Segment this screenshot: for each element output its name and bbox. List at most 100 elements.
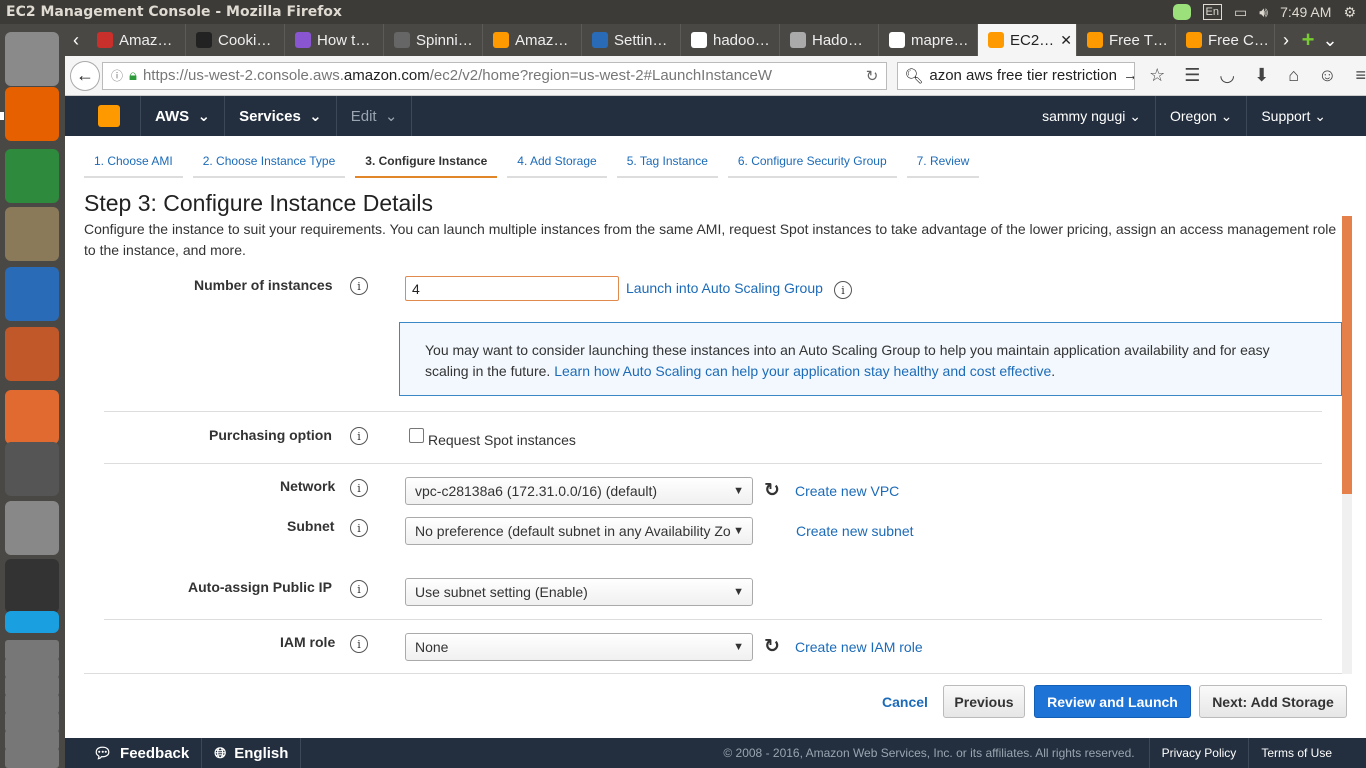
- launcher-software-icon[interactable]: [5, 390, 59, 444]
- cancel-button[interactable]: Cancel: [872, 685, 938, 718]
- wizard-step-2[interactable]: 2. Choose Instance Type: [192, 148, 346, 178]
- num-instances-info-icon[interactable]: i: [350, 277, 368, 295]
- launcher-workspace-icon[interactable]: [5, 640, 59, 660]
- chat-indicator-icon[interactable]: [1172, 4, 1191, 20]
- new-tab-plus-icon[interactable]: +: [1297, 24, 1319, 56]
- subnet-info-icon[interactable]: i: [350, 519, 368, 537]
- browser-tab[interactable]: How t…: [285, 24, 384, 56]
- services-menu[interactable]: Services ⌄: [225, 96, 337, 136]
- aws-menu[interactable]: AWS ⌄: [140, 96, 226, 136]
- launcher-writer-icon[interactable]: [5, 267, 59, 321]
- subnet-select[interactable]: No preference (default subnet in any Ava…: [405, 517, 753, 545]
- wizard-step-6[interactable]: 6. Configure Security Group: [727, 148, 897, 178]
- launcher-firefox-icon[interactable]: [5, 87, 59, 141]
- back-arrow-icon[interactable]: ←: [70, 60, 100, 91]
- gear-icon[interactable]: ⚙: [1343, 4, 1356, 21]
- region-menu[interactable]: Oregon ⌄: [1156, 96, 1248, 136]
- network-select[interactable]: vpc-c28138a6 (172.31.0.0/16) (default) ▼: [405, 477, 753, 505]
- volume-icon[interactable]: 🔊︎: [1259, 4, 1268, 21]
- asg-learn-link[interactable]: Learn how Auto Scaling can help your app…: [554, 363, 1051, 379]
- browser-tab[interactable]: hadoo…: [681, 24, 780, 56]
- browser-tab[interactable]: Spinni…: [384, 24, 483, 56]
- chat-bubble-icon[interactable]: ☺: [1318, 65, 1336, 86]
- iam-info-icon[interactable]: i: [350, 635, 368, 653]
- launcher-workspace-icon[interactable]: [5, 694, 59, 714]
- wizard-step-4[interactable]: 4. Add Storage: [507, 148, 607, 178]
- refresh-iam-icon[interactable]: ↻: [764, 635, 780, 658]
- create-vpc-link[interactable]: Create new VPC: [795, 483, 899, 499]
- create-subnet-link[interactable]: Create new subnet: [796, 523, 914, 539]
- download-arrow-icon[interactable]: ⬇: [1254, 65, 1269, 86]
- launcher-skype-icon[interactable]: [5, 611, 59, 633]
- close-icon[interactable]: ✕: [1060, 32, 1072, 49]
- purchasing-info-icon[interactable]: i: [350, 427, 368, 445]
- browser-tab[interactable]: EC2… ✕: [978, 24, 1077, 56]
- browser-tab[interactable]: Free T…: [1077, 24, 1176, 56]
- launcher-workspace-icon[interactable]: [5, 730, 59, 750]
- user-menu[interactable]: sammy ngugi ⌄: [1028, 96, 1156, 136]
- language-button[interactable]: 🌐︎ English: [202, 738, 302, 768]
- keyboard-indicator[interactable]: En: [1202, 4, 1222, 20]
- tab-scroll-right-icon[interactable]: ›: [1275, 24, 1297, 56]
- launcher-workspace-icon[interactable]: [5, 712, 59, 732]
- clock[interactable]: 7:49 AM: [1280, 4, 1331, 20]
- scrollbar-thumb[interactable]: [1342, 216, 1352, 494]
- next-add-storage-button[interactable]: Next: Add Storage: [1199, 685, 1347, 718]
- network-info-icon[interactable]: i: [350, 479, 368, 497]
- pocket-icon[interactable]: ◡: [1219, 65, 1235, 86]
- feedback-button[interactable]: 💬︎ Feedback: [65, 738, 203, 768]
- hamburger-menu-icon[interactable]: ≡: [1355, 65, 1366, 86]
- launcher-amazon-icon[interactable]: [5, 442, 59, 496]
- review-launch-button[interactable]: Review and Launch: [1034, 685, 1191, 718]
- tab-favicon-icon: [1087, 32, 1103, 48]
- search-bar[interactable]: 🔍︎ azon aws free tier restriction →: [897, 61, 1136, 90]
- create-iam-link[interactable]: Create new IAM role: [795, 639, 923, 655]
- wizard-step-3[interactable]: 3. Configure Instance: [355, 148, 498, 178]
- launcher-impress-icon[interactable]: [5, 327, 59, 381]
- search-go-arrow-icon[interactable]: →: [1123, 67, 1134, 84]
- url-bar[interactable]: ⓘ 🔒︎ https://us-west-2.console.aws.amazo…: [101, 61, 888, 90]
- reading-list-icon[interactable]: ☰: [1184, 65, 1200, 86]
- wizard-step-1[interactable]: 1. Choose AMI: [84, 148, 183, 178]
- edit-menu[interactable]: Edit ⌄: [337, 96, 413, 136]
- refresh-vpc-icon[interactable]: ↻: [764, 479, 780, 502]
- battery-icon[interactable]: ▭: [1234, 4, 1247, 21]
- launcher-workspace-icon[interactable]: [5, 748, 59, 768]
- support-menu[interactable]: Support ⌄: [1247, 96, 1366, 136]
- tab-list-chevron-icon[interactable]: ⌄: [1319, 24, 1341, 56]
- num-instances-input[interactable]: [405, 276, 619, 301]
- privacy-policy-link[interactable]: Privacy Policy: [1148, 738, 1249, 768]
- launcher-workspace-icon[interactable]: [5, 676, 59, 696]
- browser-tab[interactable]: Free C…: [1176, 24, 1275, 56]
- terms-of-use-link[interactable]: Terms of Use: [1248, 738, 1366, 768]
- spot-checkbox-label[interactable]: Request Spot instances: [428, 432, 576, 448]
- spot-checkbox[interactable]: [409, 428, 424, 443]
- bookmark-star-icon[interactable]: ☆: [1149, 65, 1165, 86]
- asg-link[interactable]: Launch into Auto Scaling Group: [626, 280, 823, 296]
- home-icon[interactable]: ⌂: [1288, 65, 1299, 86]
- public-ip-info-icon[interactable]: i: [350, 580, 368, 598]
- tab-scroll-left-icon[interactable]: ‹: [65, 24, 87, 56]
- browser-tab[interactable]: Settin…: [582, 24, 681, 56]
- search-input[interactable]: azon aws free tier restriction: [929, 67, 1117, 84]
- launcher-files-icon[interactable]: [5, 207, 59, 261]
- previous-button[interactable]: Previous: [943, 685, 1025, 718]
- browser-tab[interactable]: Hado…: [780, 24, 879, 56]
- launcher-calc-icon[interactable]: [5, 149, 59, 203]
- browser-tab[interactable]: Amaz…: [483, 24, 582, 56]
- info-icon[interactable]: ⓘ: [111, 67, 123, 84]
- launcher-terminal-icon[interactable]: [5, 559, 59, 613]
- browser-tab[interactable]: mapre…: [879, 24, 978, 56]
- aws-cube-icon[interactable]: [98, 105, 120, 127]
- public-ip-select[interactable]: Use subnet setting (Enable) ▼: [405, 578, 753, 606]
- launcher-ubuntu-icon[interactable]: [5, 32, 59, 86]
- wizard-step-7[interactable]: 7. Review: [906, 148, 980, 178]
- browser-tab[interactable]: Cooki…: [186, 24, 285, 56]
- browser-tab[interactable]: Amaz…: [87, 24, 186, 56]
- iam-select[interactable]: None ▼: [405, 633, 753, 661]
- asg-info-icon[interactable]: i: [834, 281, 852, 299]
- launcher-workspace-icon[interactable]: [5, 658, 59, 678]
- launcher-settings-icon[interactable]: [5, 501, 59, 555]
- wizard-step-5[interactable]: 5. Tag Instance: [616, 148, 718, 178]
- reload-icon[interactable]: ↻: [858, 67, 887, 85]
